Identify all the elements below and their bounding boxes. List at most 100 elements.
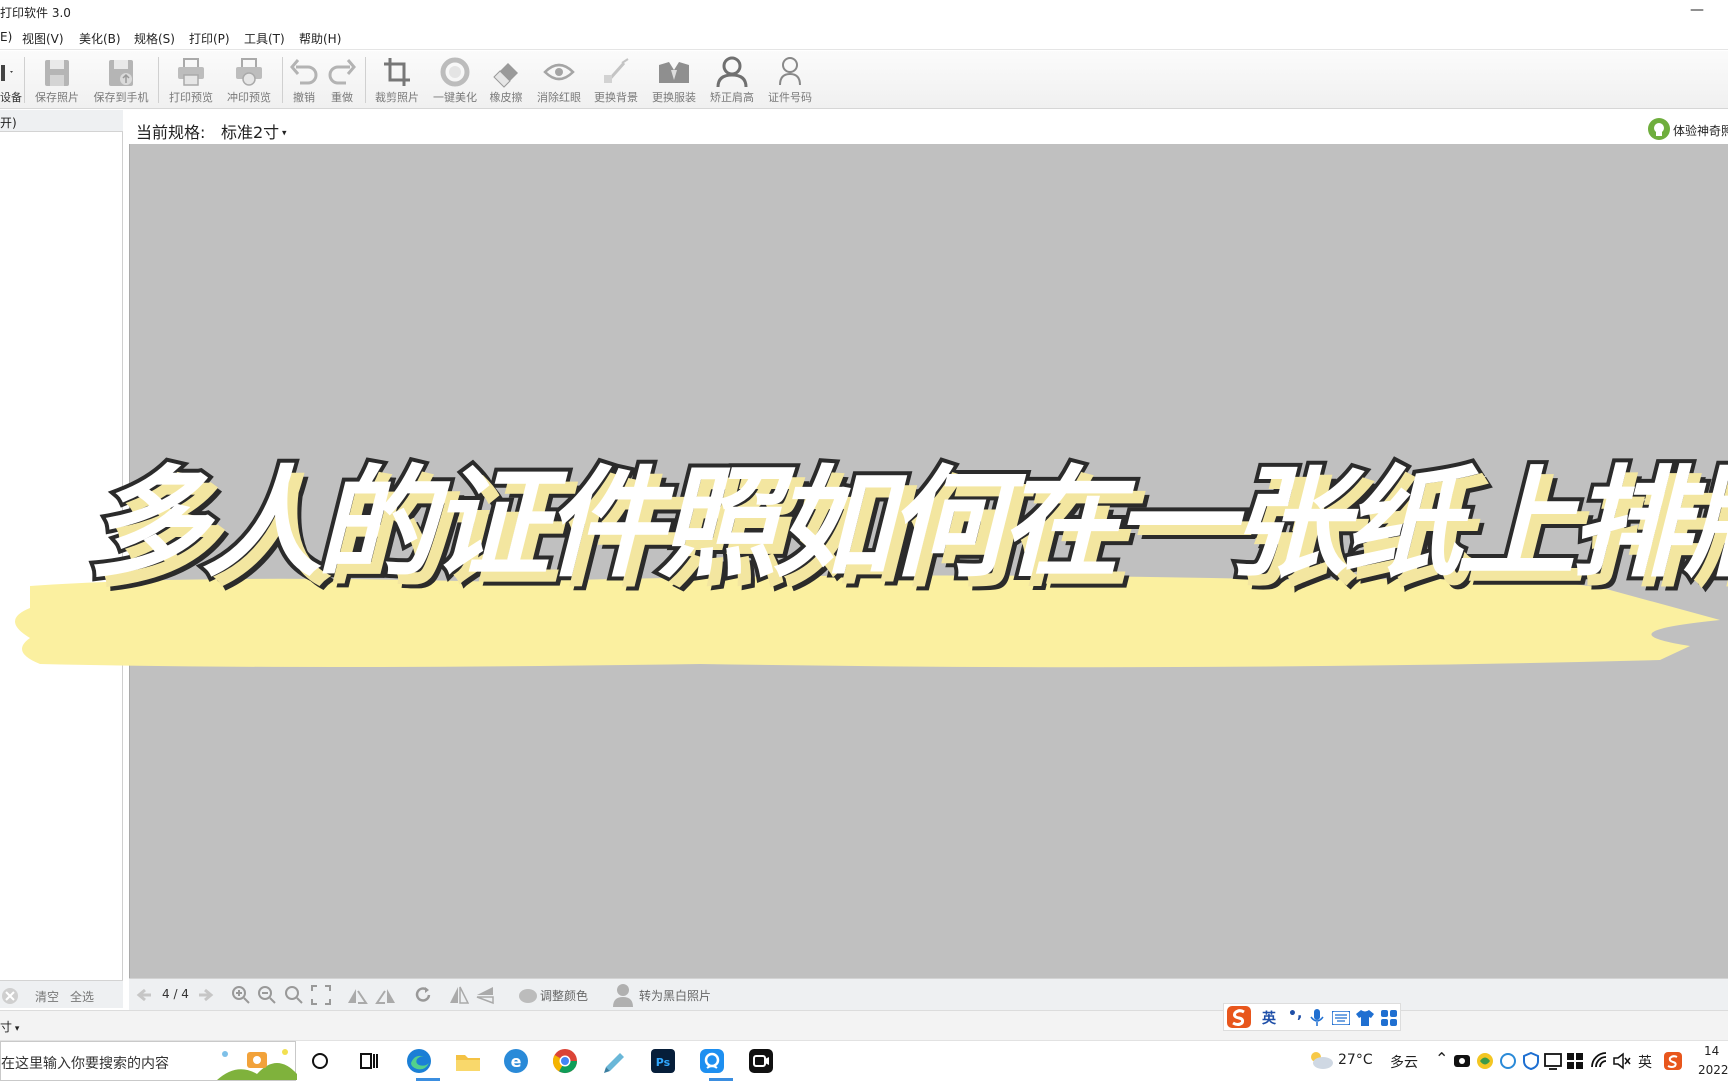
weather-cloudy-icon[interactable] [1308, 1048, 1334, 1072]
keyboard-icon[interactable] [1332, 1011, 1350, 1025]
display-settings-icon[interactable] [1544, 1052, 1562, 1070]
microphone-icon[interactable] [1310, 1009, 1324, 1027]
page-indicator: 4 / 4 [162, 987, 189, 1001]
photoshop-icon[interactable]: Ps [649, 1047, 677, 1075]
correct-shoulder-button[interactable]: 矫正肩高 [705, 53, 759, 107]
notes-app-icon[interactable] [600, 1047, 628, 1075]
ie-browser-icon[interactable]: e [502, 1047, 530, 1075]
flip-vertical-icon[interactable] [475, 985, 495, 1005]
menu-file[interactable]: E) [0, 30, 12, 44]
crop-photo-button[interactable]: 裁剪照片 [370, 53, 424, 107]
select-all-button[interactable]: 全选 [70, 988, 94, 1005]
system-tray: 27°C 多云 ⌃ 英 14 2022 [1308, 1041, 1728, 1081]
toolbar-separator [365, 57, 366, 103]
tray-ime-language[interactable]: 英 [1638, 1052, 1652, 1072]
menu-tools[interactable]: 工具(T) [244, 30, 285, 47]
edge-browser-icon[interactable] [405, 1047, 433, 1075]
promo-link[interactable]: 体验神奇照 [1648, 118, 1728, 140]
promo-label: 体验神奇照 [1673, 124, 1728, 138]
menu-view[interactable]: 视图(V) [22, 30, 64, 47]
menu-print[interactable]: 打印(P) [189, 30, 230, 47]
wifi-icon[interactable] [1590, 1052, 1608, 1070]
spec-select[interactable]: 标准2寸 ▾ [221, 119, 287, 143]
change-background-label: 更换背景 [594, 91, 638, 104]
camera-tray-icon[interactable] [1453, 1052, 1471, 1070]
clock-time[interactable]: 14 [1704, 1044, 1719, 1058]
volume-muted-icon[interactable] [1612, 1052, 1632, 1070]
photo-list-header-label: 开) [0, 116, 17, 130]
toolbar-separator [282, 57, 283, 103]
menu-spec[interactable]: 规格(S) [134, 30, 175, 47]
menu-help[interactable]: 帮助(H) [299, 30, 341, 47]
redo-button[interactable]: 重做 [324, 53, 360, 107]
person-icon [613, 984, 633, 1007]
window-title: 打印软件 3.0 [0, 6, 71, 20]
save-photo-button[interactable]: 保存照片 [31, 53, 83, 107]
headline-title: 多人的证件照如何在一张纸上排版 [84, 451, 1728, 598]
clock-date[interactable]: 2022 [1698, 1063, 1728, 1077]
one-click-beautify-button[interactable]: 一键美化 [428, 53, 482, 107]
apps-grid-icon[interactable] [1380, 1009, 1398, 1027]
brush-icon [604, 58, 629, 83]
next-page-icon[interactable] [197, 986, 215, 1004]
zoom-fit-icon[interactable] [284, 985, 304, 1005]
security-shield-icon[interactable] [1522, 1052, 1540, 1070]
taskbar: 在这里输入你要搜索的内容 e Ps 27°C 多云 ⌃ 英 14 2022 [0, 1040, 1728, 1081]
undo-label: 撤销 [293, 91, 315, 104]
shoulder-icon [716, 56, 748, 88]
adjust-color-label: 调整颜色 [540, 989, 589, 1003]
refresh-icon[interactable] [413, 985, 433, 1005]
redo-label: 重做 [331, 91, 353, 104]
video-recorder-icon[interactable] [747, 1047, 775, 1075]
zoom-in-icon[interactable] [231, 985, 251, 1005]
weather-temperature[interactable]: 27°C [1338, 1052, 1373, 1068]
windows-logo-icon[interactable] [1566, 1052, 1584, 1070]
suit-icon [659, 62, 689, 83]
size-dropdown[interactable]: 寸 ▾ [0, 1018, 19, 1035]
widgets-icon[interactable] [355, 1047, 383, 1075]
save-to-phone-button[interactable]: 保存到手机 [90, 53, 152, 107]
status-bar: 寸 ▾ [0, 1010, 1728, 1040]
skin-shirt-icon[interactable] [1356, 1009, 1374, 1027]
ime-punct-toggle[interactable]: •, [1288, 1006, 1302, 1022]
ime-language-toggle[interactable]: 英 [1262, 1008, 1276, 1028]
task-view-circle-icon[interactable] [306, 1047, 334, 1075]
taskbar-search[interactable]: 在这里输入你要搜索的内容 [0, 1041, 297, 1081]
id-number-label: 证件号码 [768, 91, 812, 104]
minimize-button[interactable]: — [1690, 2, 1704, 18]
undo-icon [290, 59, 318, 85]
search-highlight-illustration [217, 1049, 297, 1080]
change-background-button[interactable]: 更换背景 [589, 53, 643, 107]
palette-icon [519, 989, 537, 1003]
clear-button[interactable]: 清空 [35, 988, 59, 1005]
rotate-left-icon[interactable] [346, 985, 368, 1005]
flip-horizontal-icon[interactable] [449, 985, 469, 1005]
weather-description[interactable]: 多云 [1390, 1052, 1418, 1072]
file-explorer-icon[interactable] [454, 1047, 482, 1075]
cloud-sync-icon[interactable] [1499, 1052, 1517, 1070]
photo-print-preview-button[interactable]: 冲印预览 [222, 53, 276, 107]
device-button[interactable]: 设备 [0, 53, 22, 107]
eraser-button[interactable]: 橡皮擦 [484, 53, 528, 107]
print-preview-button[interactable]: 打印预览 [164, 53, 218, 107]
fullscreen-icon[interactable] [311, 985, 331, 1005]
undo-button[interactable]: 撤销 [286, 53, 322, 107]
rotate-right-icon[interactable] [375, 985, 397, 1005]
change-clothes-label: 更换服装 [652, 91, 696, 104]
delete-icon[interactable] [1, 987, 19, 1005]
qq-app-icon[interactable] [698, 1047, 726, 1075]
eraser-icon [493, 63, 518, 88]
size-label: 寸 [0, 1020, 13, 1034]
chrome-browser-icon[interactable] [551, 1047, 579, 1075]
prev-page-icon[interactable] [135, 986, 153, 1004]
sogou-tray-icon[interactable] [1664, 1052, 1682, 1070]
photo-print-preview-label: 冲印预览 [227, 91, 271, 104]
change-clothes-button[interactable]: 更换服装 [647, 53, 701, 107]
eye-icon [543, 63, 575, 81]
menu-beautify[interactable]: 美化(B) [79, 30, 121, 47]
chevron-up-icon[interactable]: ⌃ [1435, 1049, 1448, 1068]
zoom-out-icon[interactable] [257, 985, 277, 1005]
shield-colorful-icon[interactable] [1476, 1052, 1494, 1070]
id-number-button[interactable]: 证件号码 [763, 53, 817, 107]
remove-red-eye-button[interactable]: 消除红眼 [532, 53, 586, 107]
